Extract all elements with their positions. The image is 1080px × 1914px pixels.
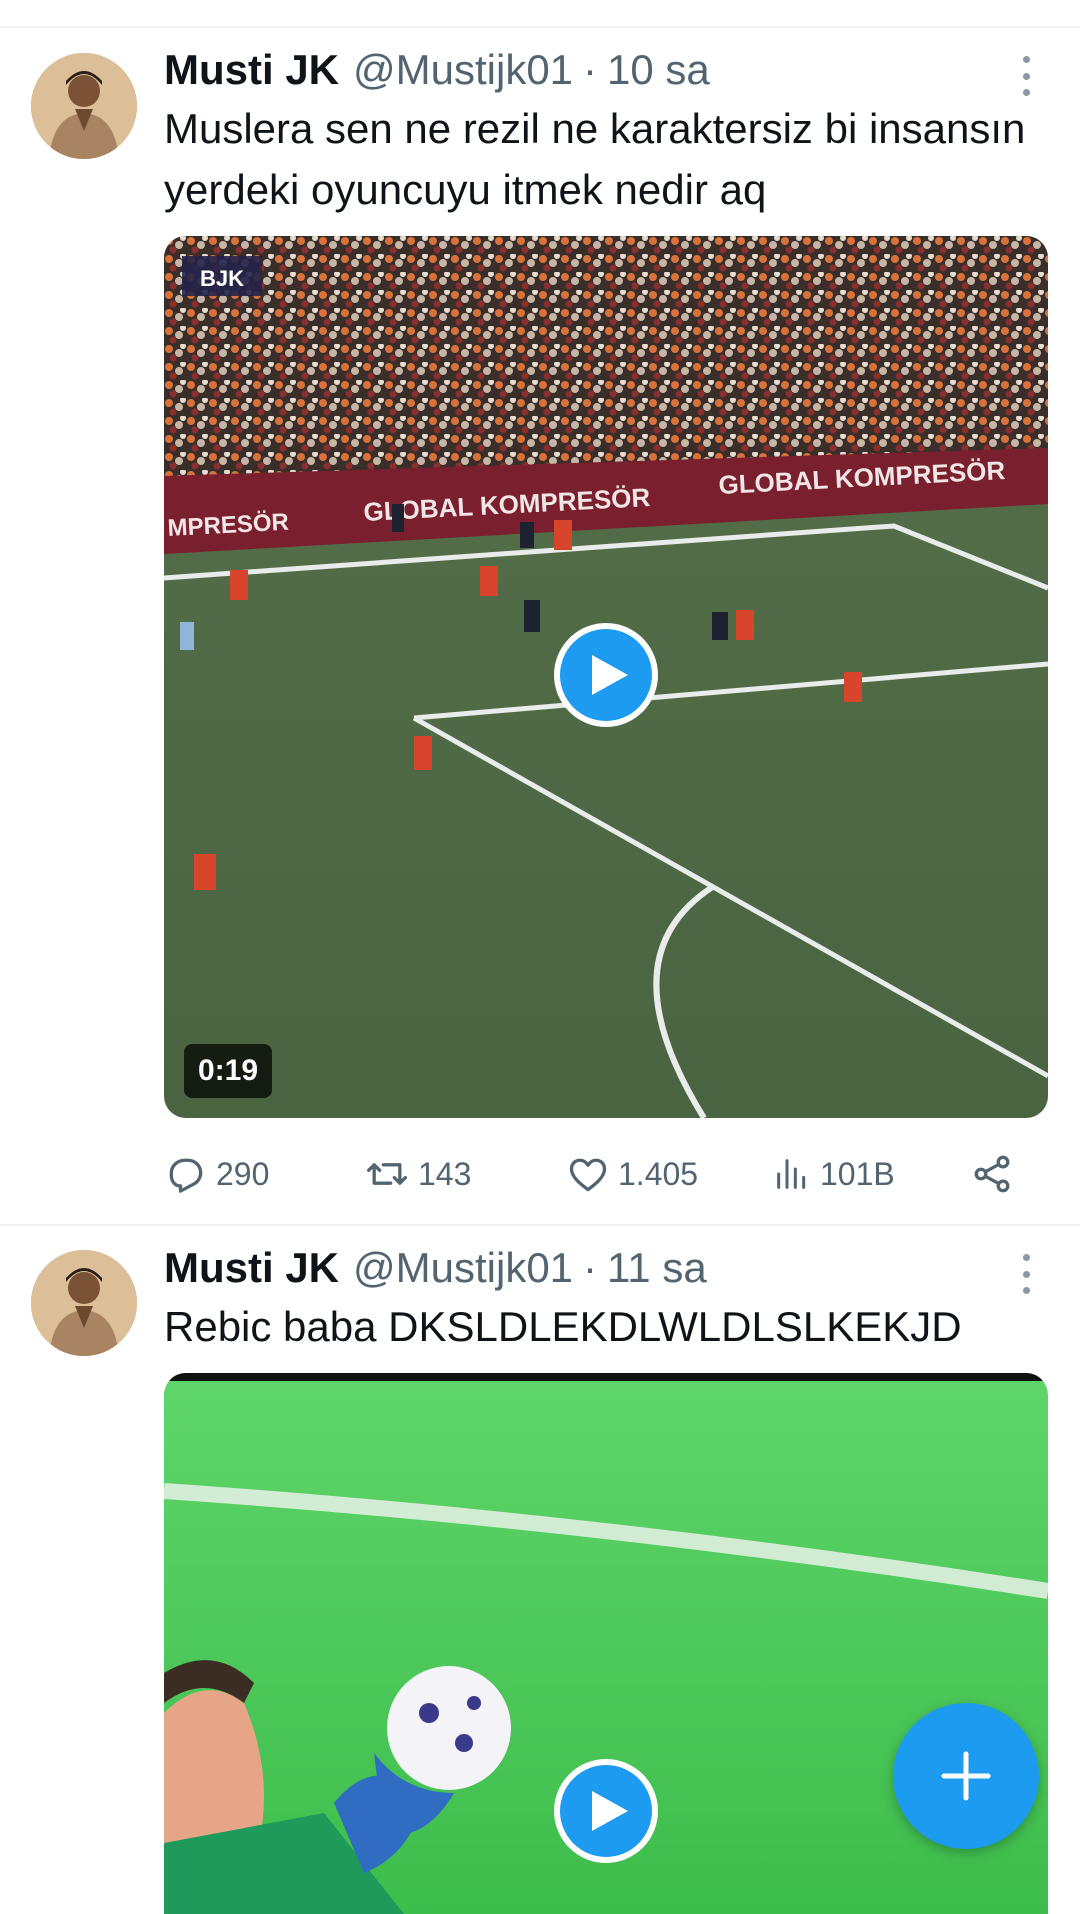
like-count: 1.405 <box>618 1155 699 1192</box>
reply-count: 290 <box>216 1155 270 1192</box>
author-handle[interactable]: @Mustijk01 <box>353 46 573 94</box>
channel-badge: BJK <box>200 266 244 291</box>
play-button[interactable] <box>554 1759 658 1863</box>
share-button[interactable] <box>970 1144 1022 1204</box>
retweet-button[interactable]: 143 <box>364 1144 471 1204</box>
reply-icon <box>169 1158 203 1193</box>
top-divider <box>0 26 1080 28</box>
tweet-timestamp[interactable]: 11 sa <box>607 1244 707 1292</box>
separator-dot: · <box>583 1244 598 1291</box>
view-count: 101B <box>820 1155 895 1192</box>
retweet-icon <box>367 1163 407 1185</box>
play-button[interactable] <box>554 623 658 727</box>
tweet-timestamp[interactable]: 10 sa <box>607 46 710 94</box>
tweet-header: Musti JK @Mustijk01 · 10 sa <box>164 45 710 95</box>
play-icon <box>592 1791 628 1831</box>
author-handle[interactable]: @Mustijk01 <box>353 1244 573 1292</box>
views-button[interactable]: 101B <box>772 1144 895 1204</box>
author-name[interactable]: Musti JK <box>164 46 339 94</box>
more-options-icon[interactable] <box>1016 56 1036 96</box>
more-options-icon[interactable] <box>1016 1254 1036 1294</box>
reply-button[interactable]: 290 <box>164 1144 269 1204</box>
compose-button[interactable] <box>893 1703 1039 1849</box>
play-icon <box>592 655 628 695</box>
tweet-divider <box>0 1224 1080 1226</box>
share-icon <box>974 1155 1010 1193</box>
plus-icon <box>941 1751 991 1801</box>
tweet-actions: 290 143 1.405 101B <box>164 1144 1024 1204</box>
tweet-header: Musti JK @Mustijk01 · 11 sa <box>164 1243 707 1293</box>
retweet-count: 143 <box>418 1155 472 1192</box>
author-name[interactable]: Musti JK <box>164 1244 339 1292</box>
tweet-video[interactable]: MPRESÖR GLOBAL KOMPRESÖR GLOBAL KOMPRESÖ… <box>164 236 1048 1118</box>
tweet-text: Muslera sen ne rezil ne karaktersiz bi i… <box>164 105 1026 213</box>
heart-icon <box>569 1158 607 1192</box>
like-button[interactable]: 1.405 <box>566 1144 698 1204</box>
separator-dot: · <box>583 46 598 93</box>
avatar[interactable] <box>31 53 137 159</box>
tweet-video[interactable] <box>164 1373 1048 1914</box>
avatar[interactable] <box>31 1250 137 1356</box>
video-duration: 0:19 <box>184 1044 273 1098</box>
views-icon <box>777 1159 806 1189</box>
tweet-text: Rebic baba DKSLDLEKDLWLDLSLKEKJD <box>164 1303 962 1350</box>
